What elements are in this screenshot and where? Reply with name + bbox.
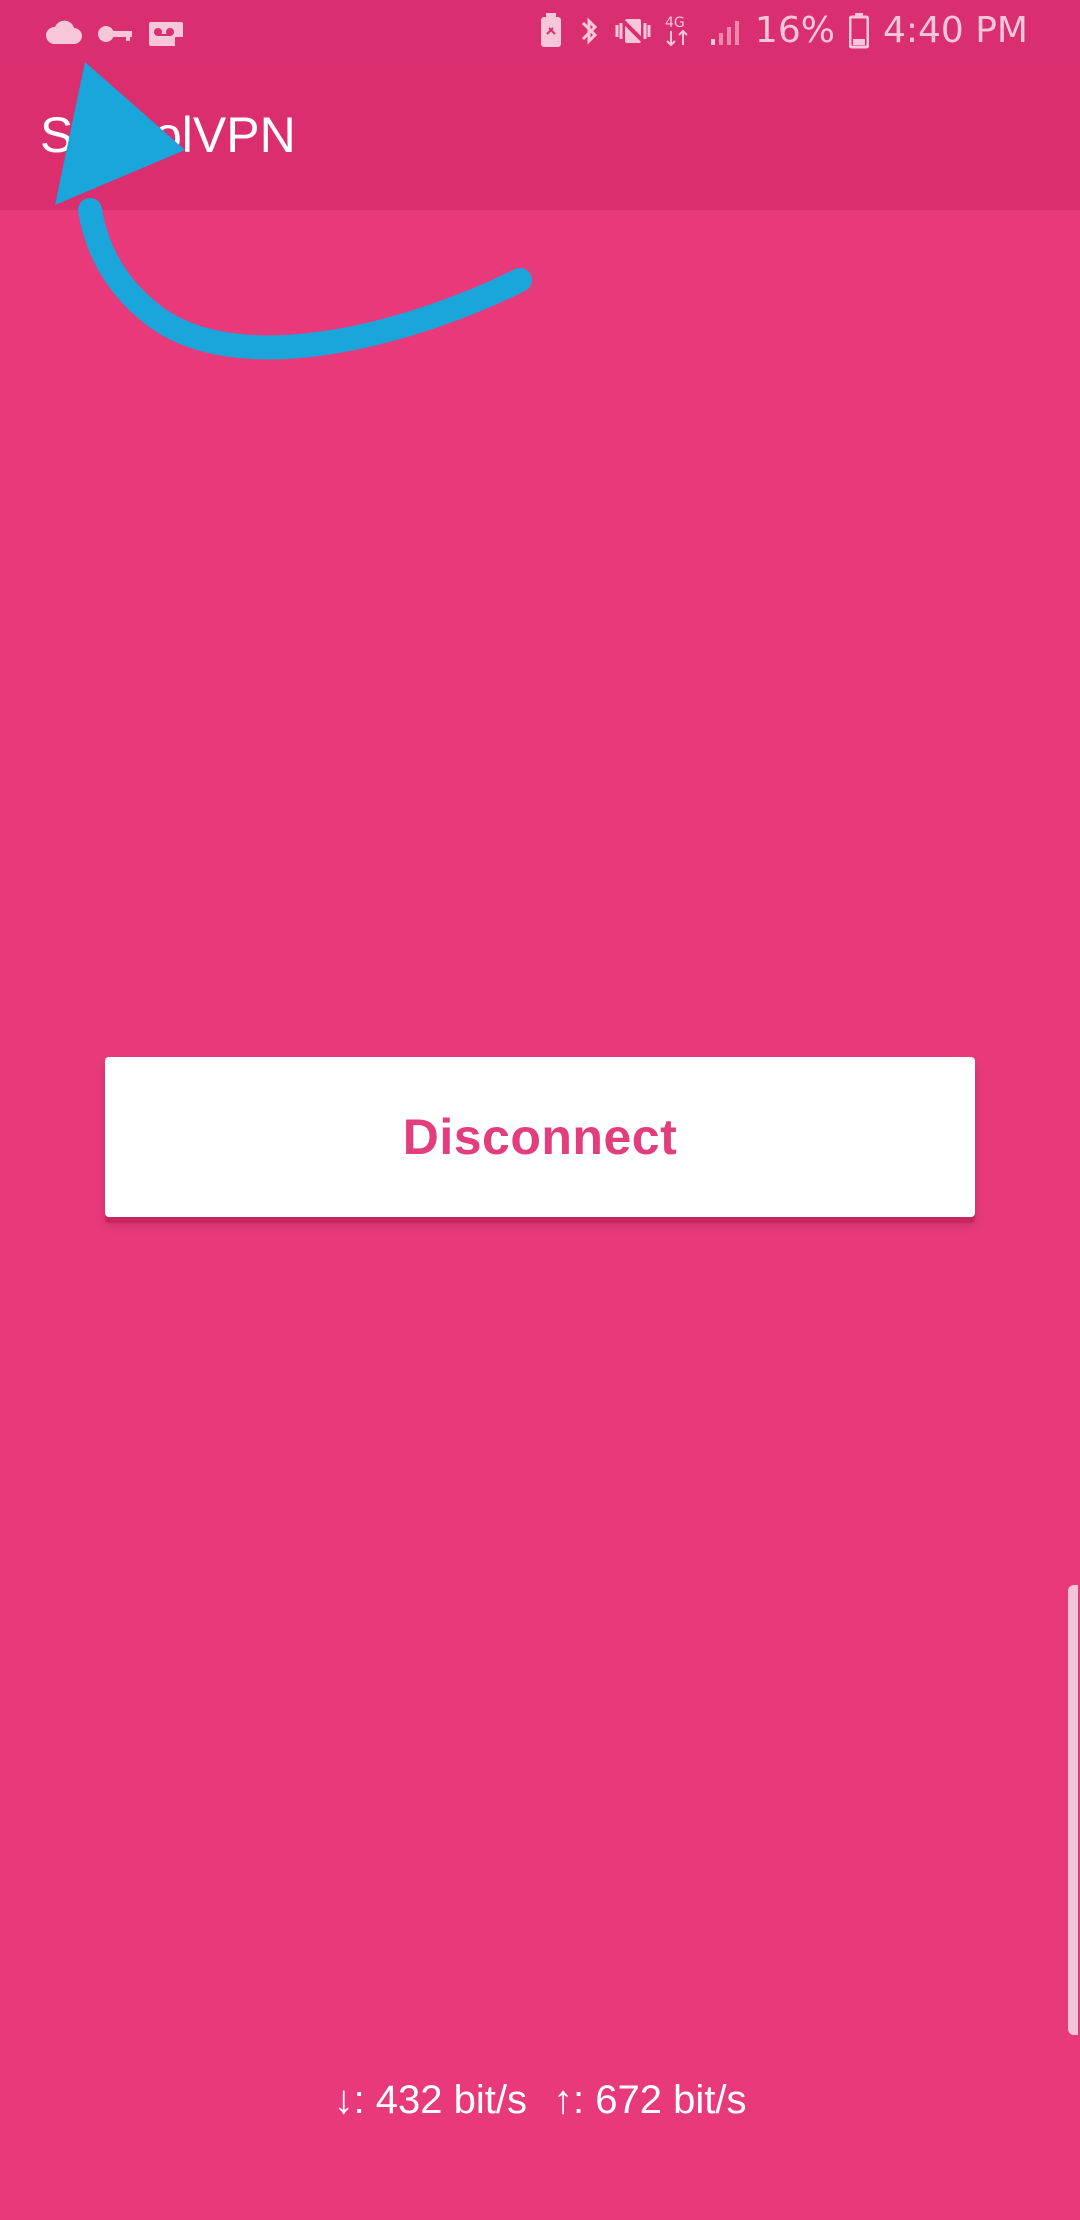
traffic-stats: ↓: 432 bit/s ↑: 672 bit/s <box>0 2078 1080 2123</box>
bluetooth-icon <box>577 11 601 51</box>
battery-percent: 16% <box>754 10 835 51</box>
upload-arrow-icon: ↑ <box>553 2078 573 2122</box>
battery-saver-icon <box>539 11 563 51</box>
key-icon <box>98 14 134 54</box>
battery-icon <box>848 11 869 51</box>
signal-icon <box>707 11 741 51</box>
download-arrow-icon: ↓ <box>333 2078 354 2122</box>
download-rate: : 432 bit/s <box>353 2078 527 2122</box>
app-bar: SchoolVPN <box>0 66 1080 210</box>
network-4g-icon: 4G <box>665 11 693 51</box>
vibrate-off-icon <box>615 11 651 51</box>
voicemail-icon <box>148 14 188 54</box>
clock: 4:40 PM <box>882 10 1028 51</box>
scrollbar-thumb[interactable] <box>1068 1585 1078 2035</box>
svg-text:4G: 4G <box>665 15 685 31</box>
upload-rate: : 672 bit/s <box>573 2078 747 2122</box>
app-title: SchoolVPN <box>40 107 296 163</box>
status-bar: 4G 16% 4:40 PM <box>0 0 1080 66</box>
disconnect-label: Disconnect <box>402 1109 678 1165</box>
cloud-icon <box>44 14 84 54</box>
status-left-icons <box>44 14 188 54</box>
status-right-icons: 4G 16% 4:40 PM <box>539 10 1028 51</box>
disconnect-button[interactable]: Disconnect <box>105 1057 975 1217</box>
